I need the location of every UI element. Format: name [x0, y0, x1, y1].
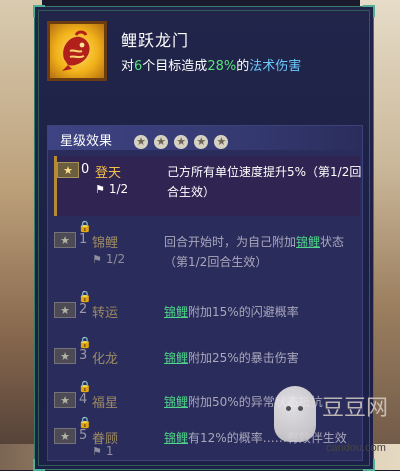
- star-rating: ★ ★ ★ ★ ★: [134, 130, 229, 149]
- desc-text: 的: [236, 59, 250, 74]
- effect-name: 锦鲤: [92, 236, 119, 251]
- star-level: 1: [79, 232, 88, 247]
- effect-text: 锦鲤附加25%的暴击伤害: [164, 348, 360, 368]
- star-level: 5: [79, 428, 88, 443]
- effect-name: 化龙: [92, 352, 119, 367]
- corner-ornament: [33, 459, 45, 471]
- effect-text-part: 回合开始时，为自己附加: [164, 235, 297, 249]
- star-level: 4: [79, 392, 88, 407]
- koi-status-link[interactable]: 锦鲤: [164, 395, 188, 409]
- star-badge-icon: ★: [54, 392, 76, 408]
- skill-name: 鲤跃龙门: [121, 31, 190, 50]
- star-badge-icon: ★: [57, 162, 79, 178]
- flag-icon: ⚑: [95, 183, 105, 196]
- star-icon: ★: [134, 135, 148, 149]
- star-level: 3: [79, 348, 88, 363]
- corner-ornament: [363, 5, 375, 17]
- effect-name: 登天: [95, 166, 122, 181]
- koi-status-link[interactable]: 锦鲤: [296, 235, 320, 249]
- star-level: 0: [81, 162, 90, 177]
- star-badge-icon: ★: [54, 302, 76, 318]
- desc-text: 个目标造成: [142, 59, 208, 74]
- ghost-mascot-icon: [274, 386, 316, 442]
- star-level: 2: [79, 302, 88, 317]
- effect-name: 福星: [92, 396, 119, 411]
- mascot-eye: [298, 406, 303, 411]
- star-effect-row[interactable]: 🔒 ★ 1 锦鲤 ⚑ 1/2 回合开始时，为自己附加锦鲤状态（第1/2回合生效）: [54, 220, 360, 280]
- round-flag: ⚑ 1/2: [95, 182, 128, 196]
- round-count: 1/2: [108, 182, 129, 196]
- desc-damage-percent: 28%: [207, 59, 237, 74]
- round-count: 1/2: [105, 252, 126, 266]
- star-badge-icon: ★: [54, 348, 76, 364]
- effect-text: 锦鲤附加15%的闪避概率: [164, 302, 360, 322]
- flag-icon: ⚑: [92, 445, 102, 458]
- desc-damage-type: 法术伤害: [249, 59, 302, 74]
- star-effect-row[interactable]: ★ 0 登天 ⚑ 1/2 己方所有单位速度提升5%（第1/2回合生效）: [54, 156, 363, 216]
- koi-status-link[interactable]: 锦鲤: [164, 351, 188, 365]
- koi-status-link[interactable]: 锦鲤: [164, 431, 188, 445]
- carp-dragon-skill-icon[interactable]: [47, 21, 107, 81]
- star-effect-row[interactable]: 🔒 ★ 3 化龙 锦鲤附加25%的暴击伤害: [54, 336, 360, 376]
- star-icon: ★: [174, 135, 189, 149]
- star-badge-icon: ★: [54, 232, 76, 248]
- site-watermark: 豆豆网 candou.com: [270, 380, 400, 470]
- effect-text-part: 附加25%的暴击伤害: [188, 351, 299, 365]
- effect-text-part: 附加15%的闪避概率: [188, 305, 299, 319]
- corner-ornament: [33, 5, 45, 17]
- effect-text: 回合开始时，为自己附加锦鲤状态（第1/2回合生效）: [164, 232, 360, 272]
- mascot-eye: [286, 406, 291, 411]
- desc-text: 对: [121, 59, 135, 74]
- star-effects-header: 星级效果 ★ ★ ★ ★ ★: [48, 126, 362, 150]
- koi-status-link[interactable]: 锦鲤: [164, 305, 188, 319]
- round-flag: ⚑ 1: [92, 444, 114, 458]
- skill-description: 对6个目标造成28%的法术伤害: [121, 55, 301, 74]
- star-badge-icon: ★: [54, 428, 76, 444]
- effect-name: 转运: [92, 306, 119, 321]
- carp-icon: [62, 30, 90, 71]
- star-effects-title: 星级效果: [60, 134, 113, 149]
- effect-text-part: 己方所有单位速度提升5%（第1/2回合生效）: [167, 165, 362, 199]
- star-icon: ★: [214, 135, 229, 149]
- star-icon: ★: [194, 135, 209, 149]
- round-flag: ⚑ 1/2: [92, 252, 125, 266]
- star-icon: ★: [154, 135, 169, 149]
- watermark-url: candou.com: [326, 442, 386, 454]
- flag-icon: ⚑: [92, 253, 102, 266]
- watermark-text: 豆豆网: [322, 396, 389, 421]
- round-count: 1: [105, 444, 114, 458]
- effect-text: 己方所有单位速度提升5%（第1/2回合生效）: [167, 162, 363, 202]
- star-effect-row[interactable]: 🔒 ★ 2 转运 锦鲤附加15%的闪避概率: [54, 290, 360, 330]
